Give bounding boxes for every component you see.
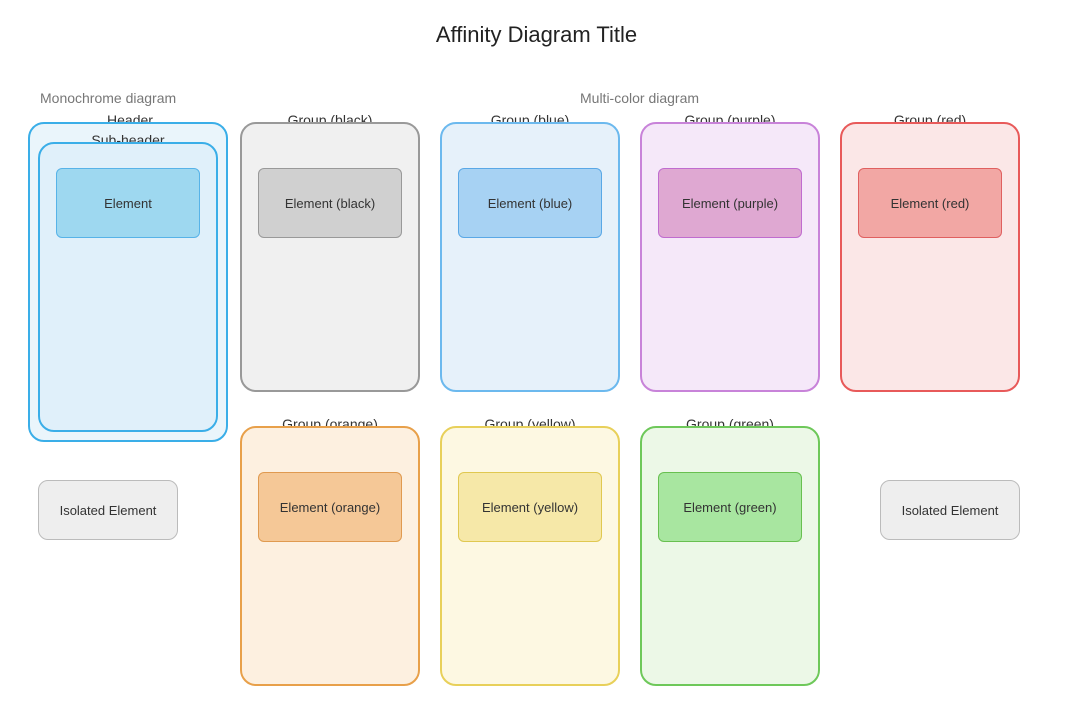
element-black: Element (black) [258,168,402,238]
element-black-label: Element (black) [285,196,375,211]
element-red: Element (red) [858,168,1002,238]
group-panel-red [840,122,1020,392]
element-mono: Element [56,168,200,238]
section-label-monochrome: Monochrome diagram [40,90,176,106]
isolated-element-right: Isolated Element [880,480,1020,540]
element-blue: Element (blue) [458,168,602,238]
group-panel-blue [440,122,620,392]
section-label-multicolor: Multi-color diagram [580,90,699,106]
element-purple-label: Element (purple) [682,196,778,211]
element-mono-label: Element [104,196,152,211]
isolated-element-right-label: Isolated Element [902,503,999,518]
element-orange-label: Element (orange) [280,500,380,515]
element-purple: Element (purple) [658,168,802,238]
element-blue-label: Element (blue) [488,196,573,211]
isolated-element-left: Isolated Element [38,480,178,540]
group-panel-green [640,426,820,686]
element-yellow: Element (yellow) [458,472,602,542]
group-panel-yellow [440,426,620,686]
isolated-element-left-label: Isolated Element [60,503,157,518]
element-green: Element (green) [658,472,802,542]
element-green-label: Element (green) [683,500,776,515]
element-red-label: Element (red) [891,196,970,211]
group-panel-purple [640,122,820,392]
element-yellow-label: Element (yellow) [482,500,578,515]
element-orange: Element (orange) [258,472,402,542]
group-panel-orange [240,426,420,686]
group-panel-black [240,122,420,392]
page-title: Affinity Diagram Title [0,22,1073,48]
